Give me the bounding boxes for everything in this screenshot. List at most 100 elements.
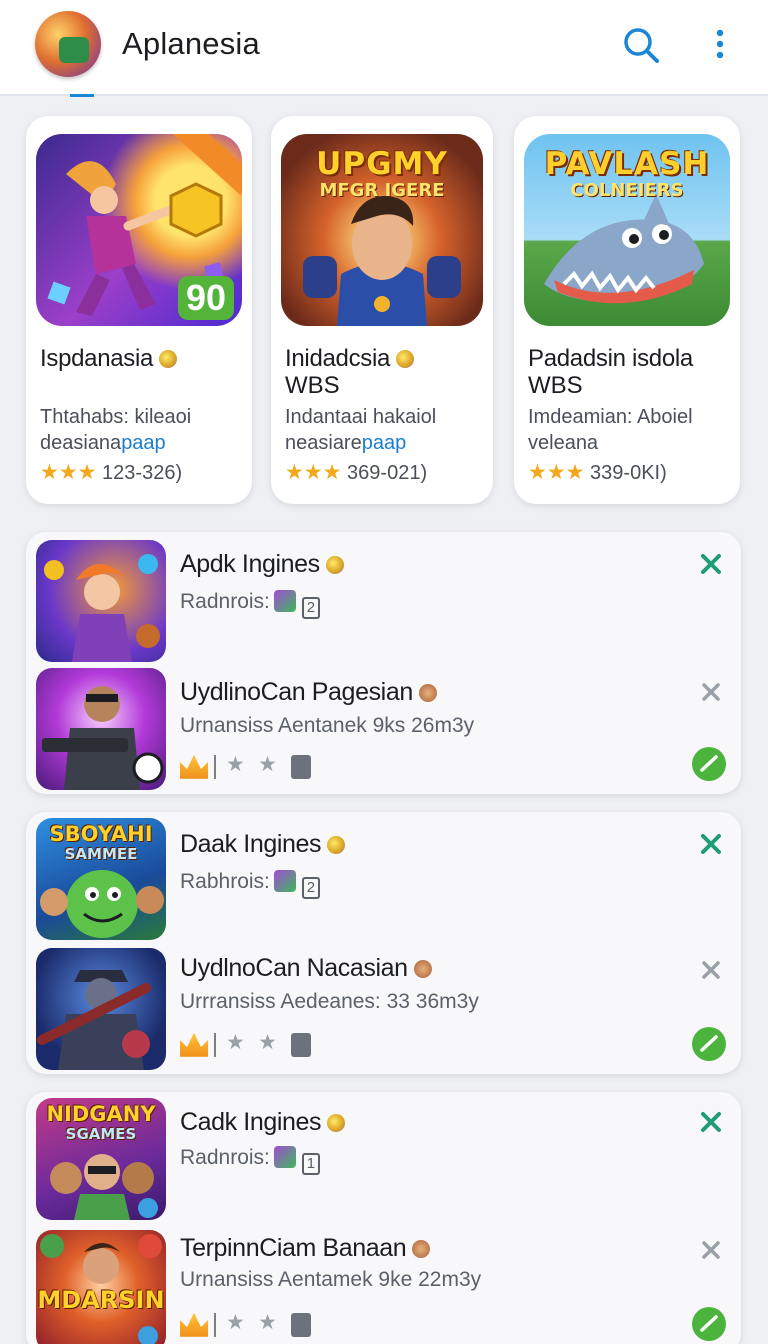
app-title: Aplanesia: [122, 26, 260, 61]
featured-desc-line1: Thtahabs: kileaoi: [40, 406, 192, 428]
bookmark-icon[interactable]: [291, 1032, 311, 1057]
emoji-icon: [413, 960, 432, 978]
list-item-title: TerpinnCiam Banaan: [180, 1234, 431, 1263]
game-thumbnail: SBOYAHI SAMMEE: [36, 818, 166, 940]
star-icon[interactable]: ★: [226, 753, 245, 776]
count-box: 2: [301, 877, 320, 899]
count-box: 1: [301, 1153, 320, 1175]
bookmark-icon[interactable]: [291, 754, 311, 779]
list-item[interactable]: UydlinoCan Pagesian Urnansiss Aentanek 9…: [26, 664, 741, 796]
featured-game-subtitle: WBS: [285, 372, 340, 399]
emoji-icon: [327, 836, 346, 854]
bookmark-icon[interactable]: [291, 1312, 311, 1337]
more-vertical-icon: [716, 29, 724, 59]
installed-check-icon[interactable]: [691, 1306, 727, 1342]
art-subtitle-text: MFGR IGERE: [319, 180, 445, 201]
rating-row: ★ ★: [180, 1030, 311, 1060]
list-item-meta: Radnrois: 1: [180, 1146, 320, 1175]
close-icon[interactable]: [699, 552, 723, 576]
list-item[interactable]: UydlnoCan Nacasian Urrransiss Aedeanes: …: [26, 944, 741, 1076]
app-list-group: NIDGANY SGAMES Cadk Ingines Radnrois: 1 MD…: [26, 1092, 741, 1344]
rating-row: ★ ★: [180, 752, 311, 782]
featured-rating: ★★★ 123-326): [40, 461, 183, 484]
star-icon[interactable]: ★: [258, 1311, 277, 1334]
genre-icon: [273, 590, 296, 612]
featured-card[interactable]: 90 Ispdanasia Thtahabs: kileaoi deasiana…: [26, 116, 252, 504]
featured-card[interactable]: PAVLASH COLNEIERS Padadsin isdola WBS Im…: [514, 116, 740, 504]
tab-indicator: [70, 94, 94, 97]
featured-game-art: 90: [36, 134, 242, 326]
app-logo[interactable]: [35, 11, 101, 77]
thumbnail-title: SBOYAHI SAMMEE: [49, 822, 153, 864]
star-icon[interactable]: ★: [226, 1031, 245, 1054]
soldier-thumbnail-illustration: [42, 686, 164, 790]
star-icon: ★★★: [285, 461, 342, 484]
list-item[interactable]: Apdk Ingines Radnrois: 2: [26, 532, 741, 664]
installed-check-icon[interactable]: [691, 1026, 727, 1062]
close-icon[interactable]: [699, 680, 723, 704]
game-thumbnail: [36, 668, 166, 790]
divider: [214, 1032, 216, 1057]
featured-link[interactable]: paap: [121, 432, 166, 454]
featured-game-art: PAVLASH COLNEIERS: [524, 134, 730, 326]
game-thumbnail: MDARSIN: [36, 1230, 166, 1344]
art-subtitle-text: COLNEIERS: [570, 180, 684, 201]
list-item-title: Cadk Ingines: [180, 1108, 346, 1137]
app-bar: Aplanesia: [0, 0, 768, 97]
featured-rating: ★★★ 339-0KI): [528, 461, 667, 484]
game-thumbnail: [36, 948, 166, 1070]
emoji-icon: [327, 1114, 346, 1132]
hero-thumbnail-illustration: [44, 554, 160, 662]
app-list-group: SBOYAHI SAMMEE Daak Ingines Rabhrois: 2 Uy…: [26, 812, 741, 1074]
featured-game-subtitle: WBS: [528, 372, 583, 399]
featured-card[interactable]: UPGMY MFGR IGERE Inidadcsia WBS Indantaa…: [271, 116, 493, 504]
list-item-title: Daak Ingines: [180, 830, 346, 859]
star-icon[interactable]: ★: [258, 1031, 277, 1054]
close-icon[interactable]: [699, 832, 723, 856]
search-button[interactable]: [620, 24, 662, 66]
emoji-icon: [396, 350, 415, 368]
rating-row: ★ ★: [180, 1310, 311, 1340]
list-item-title: UydlinoCan Pagesian: [180, 678, 437, 707]
featured-link[interactable]: paap: [362, 432, 407, 454]
more-options-button[interactable]: [706, 24, 734, 66]
divider: [214, 1312, 216, 1337]
art-title-text: PAVLASH: [544, 146, 710, 182]
score-badge: 90: [177, 276, 234, 320]
star-icon[interactable]: ★: [226, 1311, 245, 1334]
list-item-meta: Urnansiss Aentanek 9ks 26m3y: [180, 714, 475, 737]
emoji-icon: [325, 556, 344, 574]
count-box: 2: [301, 597, 320, 619]
list-item[interactable]: SBOYAHI SAMMEE Daak Ingines Rabhrois: 2: [26, 812, 741, 944]
crown-icon: [180, 1032, 208, 1057]
crown-icon: [180, 754, 208, 779]
star-icon[interactable]: ★: [258, 753, 277, 776]
genre-icon: [273, 1146, 296, 1168]
featured-desc-line1: Imdeamian: Aboiel: [528, 406, 693, 428]
emoji-icon: [159, 350, 178, 368]
installed-check-icon[interactable]: [691, 746, 727, 782]
crown-icon: [180, 1312, 208, 1337]
featured-desc-line2: neasiarepaap: [285, 432, 407, 454]
featured-desc-line2: deasianapaap: [40, 432, 166, 454]
list-item[interactable]: NIDGANY SGAMES Cadk Ingines Radnrois: 1: [26, 1092, 741, 1224]
search-icon: [624, 28, 659, 63]
featured-game-name: Inidadcsia: [285, 346, 415, 372]
list-item-meta: Urnansiss Aentamek 9ke 22m3y: [180, 1268, 482, 1291]
game-thumbnail: [36, 540, 166, 662]
list-item-meta: Rabhrois: 2: [180, 870, 320, 899]
close-icon[interactable]: [699, 958, 723, 982]
art-title-text: UPGMY: [316, 146, 448, 182]
featured-desc-line2: veleana: [528, 432, 599, 454]
gunner-thumbnail-illustration: [37, 970, 151, 1070]
close-icon[interactable]: [699, 1110, 723, 1134]
list-item-title: Apdk Ingines: [180, 550, 344, 579]
emoji-icon: [418, 684, 437, 702]
list-item[interactable]: MDARSIN TerpinnCiam Banaan Urnansiss Aen…: [26, 1224, 741, 1344]
list-item-meta: Urrransiss Aedeanes: 33 36m3y: [180, 990, 479, 1013]
emoji-icon: [412, 1240, 431, 1258]
featured-game-art: UPGMY MFGR IGERE: [281, 134, 483, 326]
app-list-group: Apdk Ingines Radnrois: 2 UydlinoCan Pages…: [26, 532, 741, 794]
list-item-title: UydlnoCan Nacasian: [180, 954, 432, 983]
close-icon[interactable]: [699, 1238, 723, 1262]
